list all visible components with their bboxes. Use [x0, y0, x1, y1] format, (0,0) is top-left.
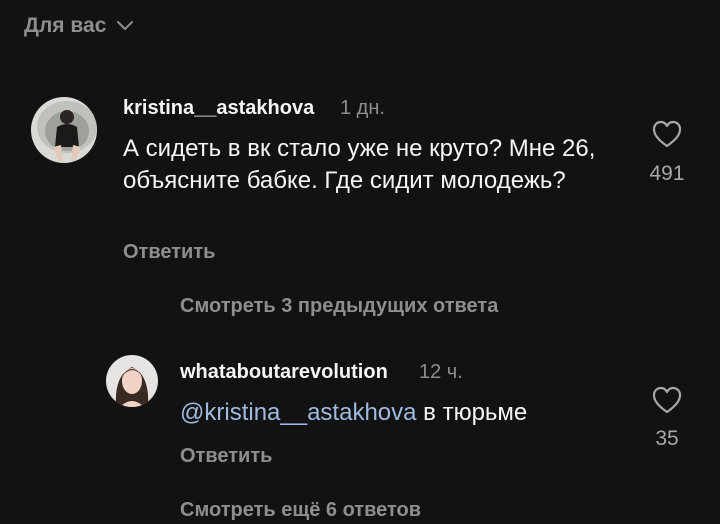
heart-icon[interactable]: [652, 386, 682, 414]
reply-button[interactable]: Ответить: [123, 241, 215, 264]
comment-time: 1 дн.: [340, 97, 385, 119]
avatar[interactable]: [106, 355, 158, 407]
sort-filter-label: Для вас: [24, 14, 107, 37]
comment-text-body: в тюрьме: [416, 399, 528, 426]
comment-text: @kristina__astakhova в тюрьме: [180, 397, 620, 429]
sort-filter-dropdown[interactable]: Для вас: [24, 14, 134, 38]
view-previous-replies-button[interactable]: Смотреть 3 предыдущих ответа: [180, 295, 498, 318]
comments-screen: Для вас kristina__astakhova 1 дн. А сиде…: [0, 0, 720, 524]
user-mention[interactable]: @kristina__astakhova: [180, 399, 416, 426]
comment-author[interactable]: whataboutarevolution: [180, 361, 388, 384]
comment-text: А сидеть в вк стало уже не круто? Мне 26…: [123, 135, 596, 194]
reply-button[interactable]: Ответить: [180, 445, 272, 468]
view-more-replies-button[interactable]: Смотреть ещё 6 ответов: [180, 499, 421, 522]
comment-author[interactable]: kristina__astakhova: [123, 97, 314, 120]
comment-time: 12 ч.: [419, 361, 463, 383]
chevron-down-icon: [116, 20, 134, 32]
like-count: 491: [649, 162, 685, 185]
avatar[interactable]: [31, 97, 97, 163]
heart-icon[interactable]: [652, 120, 682, 148]
like-count: 35: [655, 427, 679, 450]
